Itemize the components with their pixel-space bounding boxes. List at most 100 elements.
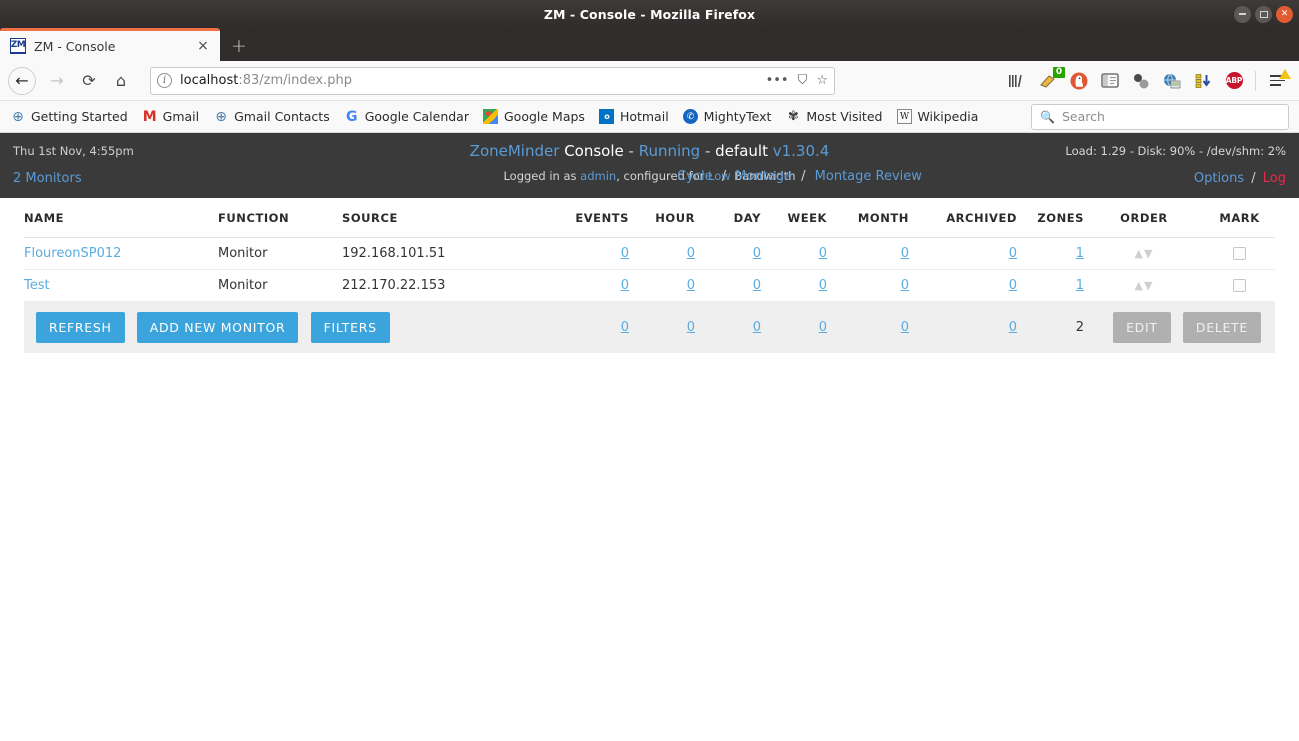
bookmark-mightytext[interactable]: ✆ MightyText: [683, 109, 771, 125]
version-label[interactable]: v1.30.4: [773, 142, 830, 160]
edit-button[interactable]: EDIT: [1113, 312, 1171, 343]
column-header-hour[interactable]: HOUR: [629, 198, 695, 238]
total-hour-cell: 0: [629, 301, 695, 353]
reader-sidebar-icon[interactable]: [1100, 71, 1120, 91]
mark-checkbox[interactable]: [1233, 247, 1246, 260]
page-actions-icon[interactable]: •••: [766, 73, 789, 88]
total-hour-link[interactable]: 0: [687, 320, 695, 335]
bookmarks-search-box[interactable]: 🔍 Search: [1031, 103, 1289, 130]
home-icon[interactable]: ⌂: [106, 66, 136, 96]
url-bar-icons: ••• ⛉ ☆: [766, 73, 828, 88]
bookmark-google-calendar[interactable]: G Google Calendar: [344, 109, 469, 125]
events-link[interactable]: 0: [621, 246, 629, 261]
nav-montage[interactable]: Montage: [735, 169, 792, 184]
mark-cell: [1204, 269, 1275, 302]
monitor-source-cell: 192.168.101.51: [342, 237, 542, 270]
monitor-name-link[interactable]: FloureonSP012: [24, 246, 121, 261]
column-header-archived[interactable]: ARCHIVED: [909, 198, 1017, 238]
hour-link[interactable]: 0: [687, 246, 695, 261]
nav-montage-review[interactable]: Montage Review: [815, 169, 922, 184]
log-link[interactable]: Log: [1263, 171, 1286, 186]
duckduckgo-icon[interactable]: [1069, 71, 1089, 91]
monitor-name-link[interactable]: Test: [24, 278, 50, 293]
minimize-button[interactable]: [1234, 5, 1251, 23]
nav-cycle[interactable]: Cycle: [677, 169, 713, 184]
reload-icon[interactable]: ⟳: [74, 66, 104, 96]
bookmark-hotmail[interactable]: o Hotmail: [599, 109, 669, 125]
adblock-plus-icon[interactable]: ABP: [1224, 71, 1244, 91]
add-new-monitor-button[interactable]: ADD NEW MONITOR: [136, 312, 299, 343]
refresh-button[interactable]: REFRESH: [36, 312, 125, 343]
bookmark-most-visited[interactable]: ✾ Most Visited: [785, 109, 883, 125]
window-title: ZM - Console - Mozilla Firefox: [543, 6, 756, 22]
pocket-badge-count: 0: [1053, 66, 1065, 78]
back-icon[interactable]: ←: [8, 66, 36, 95]
week-link[interactable]: 0: [819, 246, 827, 261]
download-extension-icon[interactable]: [1193, 71, 1213, 91]
new-tab-button[interactable]: +: [220, 31, 258, 61]
close-window-button[interactable]: ✕: [1276, 5, 1293, 23]
column-header-zones[interactable]: ZONES: [1017, 198, 1084, 238]
table-header-row: NAME FUNCTION SOURCE EVENTS HOUR DAY WEE…: [24, 198, 1275, 238]
column-header-month[interactable]: MONTH: [827, 198, 909, 238]
total-week-link[interactable]: 0: [819, 320, 827, 335]
bookmarks-toolbar: ⊕ Getting Started M Gmail ⊕ Gmail Contac…: [0, 101, 1299, 133]
archived-link[interactable]: 0: [1009, 246, 1017, 261]
mark-checkbox[interactable]: [1233, 279, 1246, 292]
monitor-function-cell[interactable]: Monitor: [218, 269, 342, 302]
delete-button[interactable]: DELETE: [1182, 312, 1261, 343]
total-month-link[interactable]: 0: [901, 320, 909, 335]
url-bar[interactable]: i localhost:83/zm/index.php ••• ⛉ ☆: [150, 66, 835, 95]
column-header-events[interactable]: EVENTS: [542, 198, 629, 238]
monitor-function-cell[interactable]: Monitor: [218, 237, 342, 270]
archived-link[interactable]: 0: [1009, 278, 1017, 293]
server-name: default: [715, 142, 768, 160]
week-link[interactable]: 0: [819, 278, 827, 293]
options-link[interactable]: Options: [1194, 171, 1244, 186]
column-header-function[interactable]: FUNCTION: [218, 198, 342, 238]
hamburger-menu-icon[interactable]: [1267, 69, 1291, 91]
total-archived-link[interactable]: 0: [1009, 320, 1017, 335]
day-link[interactable]: 0: [753, 278, 761, 293]
bookmark-wikipedia[interactable]: W Wikipedia: [896, 109, 978, 125]
total-zones-cell: 2: [1017, 301, 1084, 353]
zones-link[interactable]: 1: [1076, 246, 1084, 261]
bookmark-gmail-contacts[interactable]: ⊕ Gmail Contacts: [213, 109, 329, 125]
filters-button[interactable]: FILTERS: [310, 312, 390, 343]
url-text: localhost:83/zm/index.php: [180, 73, 766, 88]
order-arrows-icon[interactable]: ▲▼: [1135, 247, 1154, 260]
order-arrows-icon[interactable]: ▲▼: [1135, 279, 1154, 292]
events-link[interactable]: 0: [621, 278, 629, 293]
close-tab-icon[interactable]: ×: [194, 37, 212, 55]
tab-zm-console[interactable]: ZM ZM - Console ×: [0, 28, 220, 61]
system-state[interactable]: Running: [639, 142, 700, 160]
forward-icon[interactable]: →: [42, 66, 72, 96]
bookmark-label: Google Maps: [503, 109, 585, 124]
bookmark-gmail[interactable]: M Gmail: [142, 109, 199, 125]
bookmark-getting-started[interactable]: ⊕ Getting Started: [10, 109, 128, 125]
bookmark-star-icon[interactable]: ☆: [816, 73, 828, 88]
globe-extension-icon[interactable]: [1162, 71, 1182, 91]
pocket-icon[interactable]: ⛉: [798, 73, 808, 88]
zones-link[interactable]: 1: [1076, 278, 1084, 293]
total-events-link[interactable]: 0: [621, 320, 629, 335]
url-host: localhost: [180, 73, 239, 88]
maximize-button[interactable]: [1255, 5, 1272, 23]
column-header-name[interactable]: NAME: [24, 198, 218, 238]
column-header-source[interactable]: SOURCE: [342, 198, 542, 238]
day-link[interactable]: 0: [753, 246, 761, 261]
column-header-day[interactable]: DAY: [695, 198, 761, 238]
site-info-icon[interactable]: i: [157, 73, 172, 88]
month-link[interactable]: 0: [901, 278, 909, 293]
total-day-link[interactable]: 0: [753, 320, 761, 335]
pocket-save-icon[interactable]: 0: [1038, 66, 1065, 91]
column-header-week[interactable]: WEEK: [761, 198, 827, 238]
bookmark-label: Getting Started: [31, 109, 128, 124]
total-events-cell: 0: [542, 301, 629, 353]
month-link[interactable]: 0: [901, 246, 909, 261]
library-icon[interactable]: [1007, 71, 1027, 91]
molecule-icon[interactable]: [1131, 71, 1151, 91]
bookmark-google-maps[interactable]: Google Maps: [483, 109, 585, 125]
month-cell: 0: [827, 237, 909, 270]
hour-link[interactable]: 0: [687, 278, 695, 293]
